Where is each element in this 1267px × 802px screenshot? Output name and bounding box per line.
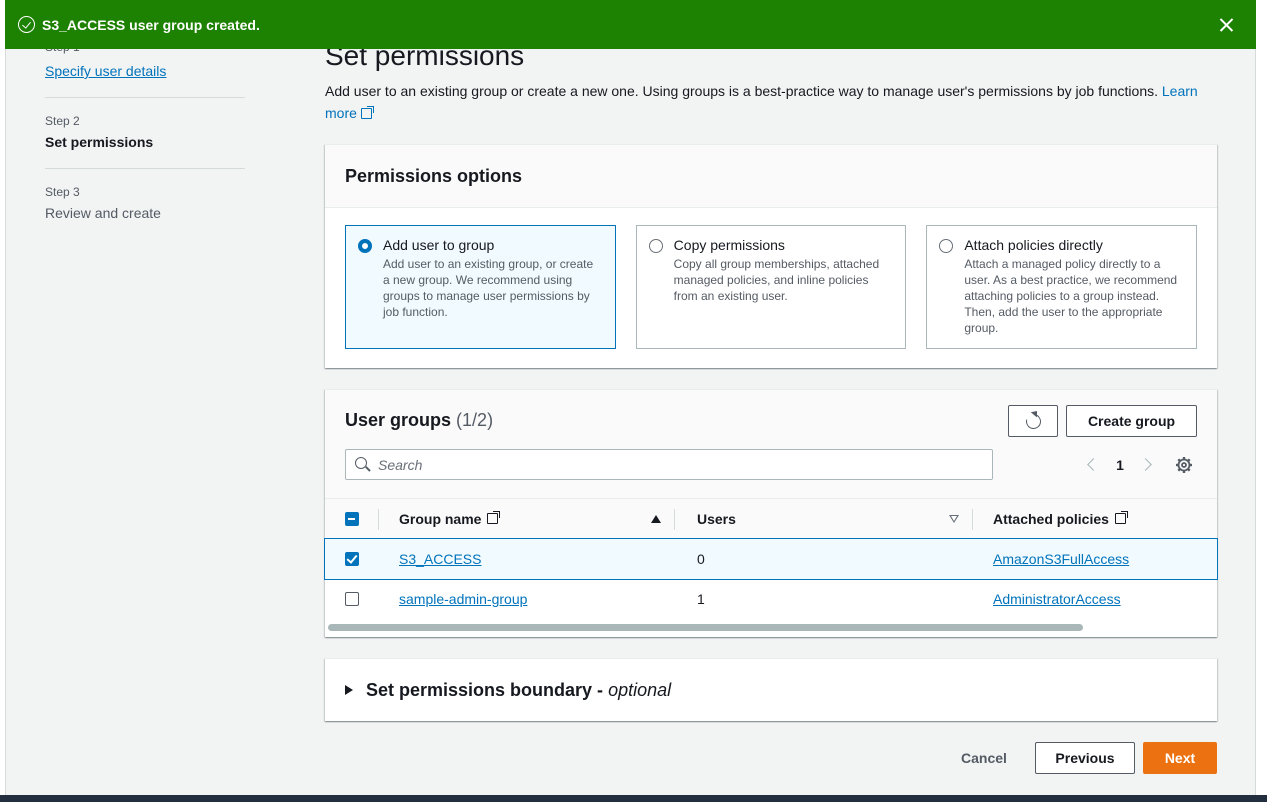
optional-label: optional [608, 679, 672, 700]
table-row[interactable]: S3_ACCESS 0 AmazonS3FullAccess [324, 538, 1218, 580]
group-name-cell: sample-admin-group [379, 579, 675, 619]
sort-descending-icon [949, 515, 959, 523]
option-copy-permissions[interactable]: Copy permissions Copy all group membersh… [635, 225, 907, 349]
step-3-title: Review and create [45, 205, 161, 221]
row-checkbox-cell [325, 579, 379, 619]
step-3-label: Step 3 [45, 185, 80, 199]
row-checkbox-cell [325, 539, 379, 579]
create-group-button[interactable]: Create group [1066, 405, 1197, 437]
group-name-link[interactable]: sample-admin-group [399, 591, 527, 607]
refresh-button[interactable] [1008, 405, 1058, 437]
option-attach-policies-directly[interactable]: Attach policies directly Attach a manage… [926, 225, 1198, 349]
check-circle-icon [18, 16, 35, 33]
user-groups-table: Group name Users Attached policies S3_AC… [324, 498, 1218, 631]
page-number[interactable]: 1 [1104, 457, 1136, 473]
user-groups-title: User groups (1/2) [345, 410, 494, 430]
users-cell: 1 [697, 591, 705, 607]
table-row[interactable]: sample-admin-group 1 AdministratorAccess [325, 579, 1217, 619]
option-add-user-to-group[interactable]: Add user to group Add user to an existin… [345, 225, 616, 349]
option-tiles: Add user to group Add user to an existin… [325, 208, 1217, 366]
caret-right-icon [345, 685, 353, 695]
option-description: Attach a managed policy directly to a us… [964, 257, 1178, 335]
option-title: Copy permissions [673, 237, 785, 253]
page-description: Add user to an existing group or create … [325, 80, 1225, 124]
option-title: Attach policies directly [964, 237, 1103, 253]
option-description: Add user to an existing group, or create… [383, 257, 594, 319]
previous-page-icon[interactable] [1080, 453, 1104, 477]
step-divider [45, 168, 245, 169]
table-header-row: Group name Users Attached policies [325, 498, 1217, 539]
group-name-link[interactable]: S3_ACCESS [399, 551, 481, 567]
policy-cell: AdministratorAccess [973, 579, 1217, 619]
gear-icon[interactable] [1175, 456, 1193, 474]
column-header-users[interactable]: Users [675, 499, 973, 538]
users-cell: 0 [697, 551, 705, 567]
policy-link[interactable]: AdministratorAccess [993, 591, 1121, 607]
panel-header: Permissions options [325, 145, 1217, 208]
refresh-icon [1022, 410, 1044, 432]
external-link-icon [1114, 511, 1128, 524]
pagination: 1 [1080, 453, 1160, 477]
select-all-checkbox[interactable] [345, 511, 359, 526]
success-flash-banner: S3_ACCESS user group created. [5, 0, 1256, 49]
permissions-options-title: Permissions options [345, 165, 523, 186]
horizontal-scrollbar[interactable] [325, 622, 1217, 632]
step-2-title: Set permissions [45, 134, 154, 150]
radio-icon[interactable] [648, 239, 663, 253]
option-title: Add user to group [383, 237, 495, 253]
step-2: Step 2 Set permissions [45, 114, 245, 150]
step-1-link[interactable]: Specify user details [45, 63, 245, 79]
policy-link[interactable]: AmazonS3FullAccess [993, 551, 1129, 567]
permissions-options-panel: Permissions options Add user to group Ad… [325, 144, 1217, 368]
external-link-icon [487, 511, 501, 524]
wizard-stepper: Step 1 Specify user details Step 2 Set p… [45, 40, 245, 221]
option-description: Copy all group memberships, attached man… [673, 257, 880, 303]
select-all-cell [325, 499, 379, 538]
step-2-label: Step 2 [45, 114, 80, 128]
policy-cell: AmazonS3FullAccess [973, 539, 1217, 579]
next-page-icon[interactable] [1136, 453, 1160, 477]
flash-message: S3_ACCESS user group created. [42, 16, 260, 33]
step-divider [45, 97, 245, 98]
row-checkbox[interactable] [345, 552, 359, 566]
column-header-attached-policies[interactable]: Attached policies [973, 499, 1217, 538]
search-icon [355, 457, 367, 469]
selection-count: (1/2) [456, 410, 494, 430]
row-checkbox[interactable] [345, 592, 359, 606]
description-text: Add user to an existing group or create … [325, 83, 1162, 99]
external-link-icon [360, 106, 374, 119]
close-icon[interactable] [1214, 13, 1238, 37]
scrollbar-thumb[interactable] [328, 624, 1083, 631]
column-header-group-name[interactable]: Group name [379, 499, 675, 538]
previous-button[interactable]: Previous [1035, 742, 1135, 774]
step-3: Step 3 Review and create [45, 185, 245, 221]
cancel-button[interactable]: Cancel [946, 742, 1022, 774]
sort-ascending-icon [651, 515, 661, 523]
boundary-title: Set permissions boundary - optional [366, 679, 672, 700]
group-name-cell: S3_ACCESS [379, 539, 675, 579]
search-box [345, 449, 993, 480]
bottom-bar [0, 795, 1267, 802]
user-groups-panel: User groups (1/2) Create group 1 Group [324, 389, 1218, 637]
radio-selected-icon[interactable] [358, 239, 372, 253]
search-input[interactable] [378, 456, 992, 473]
radio-icon[interactable] [939, 239, 954, 253]
user-groups-header: User groups (1/2) Create group 1 [325, 390, 1217, 498]
permissions-boundary-expander[interactable]: Set permissions boundary - optional [325, 658, 1217, 721]
next-button[interactable]: Next [1143, 742, 1217, 774]
